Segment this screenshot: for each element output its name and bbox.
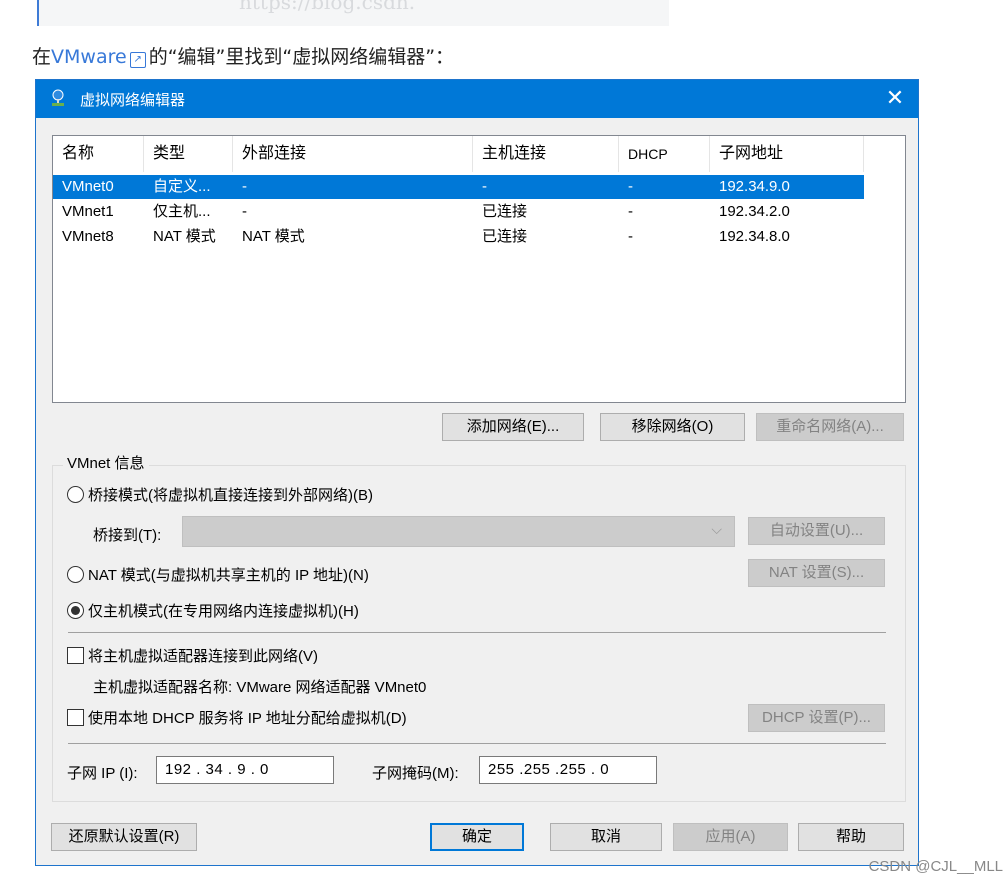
intro-suffix: 的“编辑”里找到“虚拟网络编辑器”： bbox=[148, 46, 455, 68]
use-dhcp-label[interactable]: 使用本地 DHCP 服务将 IP 地址分配给虚拟机(D) bbox=[88, 707, 407, 728]
divider bbox=[68, 743, 886, 744]
subnet-mask-input[interactable]: 255 .255 .255 . 0 bbox=[479, 756, 657, 784]
auto-setup-button[interactable]: 自动设置(U)... bbox=[748, 517, 885, 545]
adapter-name-text: 主机虚拟适配器名称: VMware 网络适配器 VMnet0 bbox=[93, 679, 427, 696]
cell-dhcp: - bbox=[628, 178, 633, 195]
subnet-mask-label: 子网掩码(M): bbox=[372, 765, 459, 782]
title-bar: 虚拟网络编辑器 ✕ bbox=[36, 80, 918, 118]
table-row[interactable]: VMnet1 仅主机... - 已连接 - 192.34.2.0 bbox=[53, 200, 864, 224]
table-row[interactable]: VMnet0 自定义... - - - 192.34.9.0 bbox=[53, 175, 864, 199]
cell-external: - bbox=[242, 203, 247, 220]
nat-mode-label[interactable]: NAT 模式(与虚拟机共享主机的 IP 地址)(N) bbox=[88, 564, 369, 585]
host-only-radio[interactable] bbox=[67, 602, 84, 619]
bridge-to-select[interactable]: ⌵ bbox=[182, 516, 735, 547]
cell-external: - bbox=[242, 178, 247, 195]
network-app-icon bbox=[52, 89, 64, 106]
add-network-button[interactable]: 添加网络(E)... bbox=[442, 413, 584, 441]
chevron-down-icon: ⌵ bbox=[711, 521, 722, 537]
host-only-label[interactable]: 仅主机模式(在专用网络内连接虚拟机)(H) bbox=[88, 600, 359, 621]
intro-prefix: 在 bbox=[32, 46, 52, 68]
column-header-name[interactable]: 名称 bbox=[53, 136, 144, 172]
table-row[interactable]: VMnet8 NAT 模式 NAT 模式 已连接 - 192.34.8.0 bbox=[53, 225, 864, 249]
virtual-network-editor-dialog: 虚拟网络编辑器 ✕ 名称 类型 外部连接 主机连接 DHCP 子网地址 VMne… bbox=[35, 79, 919, 866]
remove-network-button[interactable]: 移除网络(O) bbox=[600, 413, 745, 441]
cell-name: VMnet8 bbox=[62, 228, 114, 245]
connect-adapter-label[interactable]: 将主机虚拟适配器连接到此网络(V) bbox=[88, 645, 318, 666]
cell-external: NAT 模式 bbox=[242, 228, 305, 245]
cell-subnet: 192.34.9.0 bbox=[719, 178, 790, 195]
cell-dhcp: - bbox=[628, 203, 633, 220]
rename-network-button[interactable]: 重命名网络(A)... bbox=[756, 413, 904, 441]
intro-text: 在VMware ↗ 的“编辑”里找到“虚拟网络编辑器”： bbox=[32, 42, 454, 69]
cancel-button[interactable]: 取消 bbox=[550, 823, 662, 851]
help-button[interactable]: 帮助 bbox=[798, 823, 904, 851]
external-link-icon: ↗ bbox=[129, 52, 146, 68]
column-header-subnet[interactable]: 子网地址 bbox=[710, 136, 864, 172]
cell-host: 已连接 bbox=[482, 228, 528, 245]
bridge-mode-label[interactable]: 桥接模式(将虚拟机直接连接到外部网络)(B) bbox=[88, 484, 373, 505]
bridge-to-label: 桥接到(T): bbox=[93, 527, 162, 544]
cell-host: 已连接 bbox=[482, 203, 528, 220]
subnet-ip-label: 子网 IP (I): bbox=[67, 765, 138, 782]
code-block-fragment: https://blog.csdn. bbox=[37, 0, 669, 26]
close-icon[interactable]: ✕ bbox=[884, 85, 906, 111]
nat-mode-radio[interactable] bbox=[67, 566, 84, 583]
vmnet-info-legend: VMnet 信息 bbox=[63, 452, 149, 473]
cell-dhcp: - bbox=[628, 228, 633, 245]
network-list[interactable]: 名称 类型 外部连接 主机连接 DHCP 子网地址 VMnet0 自定义... … bbox=[52, 135, 906, 403]
use-dhcp-checkbox[interactable] bbox=[67, 709, 84, 726]
bridge-mode-radio[interactable] bbox=[67, 486, 84, 503]
cell-subnet: 192.34.8.0 bbox=[719, 228, 790, 245]
dhcp-settings-button[interactable]: DHCP 设置(P)... bbox=[748, 704, 885, 732]
vmware-link[interactable]: VMware bbox=[51, 46, 127, 68]
csdn-credit: CSDN @CJL__MLL bbox=[868, 858, 1003, 875]
column-header-type[interactable]: 类型 bbox=[144, 136, 233, 172]
dialog-title: 虚拟网络编辑器 bbox=[80, 92, 186, 109]
cell-host: - bbox=[482, 178, 487, 195]
cell-name: VMnet1 bbox=[62, 203, 114, 220]
cell-type: 自定义... bbox=[153, 178, 211, 195]
cell-name: VMnet0 bbox=[62, 178, 114, 195]
divider bbox=[68, 632, 886, 633]
column-header-host[interactable]: 主机连接 bbox=[473, 136, 619, 172]
nat-settings-button[interactable]: NAT 设置(S)... bbox=[748, 559, 885, 587]
apply-button[interactable]: 应用(A) bbox=[673, 823, 788, 851]
cell-subnet: 192.34.2.0 bbox=[719, 203, 790, 220]
cell-type: NAT 模式 bbox=[153, 228, 216, 245]
subnet-ip-input[interactable]: 192 . 34 . 9 . 0 bbox=[156, 756, 334, 784]
cell-type: 仅主机... bbox=[153, 203, 211, 220]
ok-button[interactable]: 确定 bbox=[430, 823, 524, 851]
column-header-external[interactable]: 外部连接 bbox=[233, 136, 473, 172]
connect-adapter-checkbox[interactable] bbox=[67, 647, 84, 664]
restore-defaults-button[interactable]: 还原默认设置(R) bbox=[51, 823, 197, 851]
column-header-dhcp[interactable]: DHCP bbox=[619, 136, 710, 172]
